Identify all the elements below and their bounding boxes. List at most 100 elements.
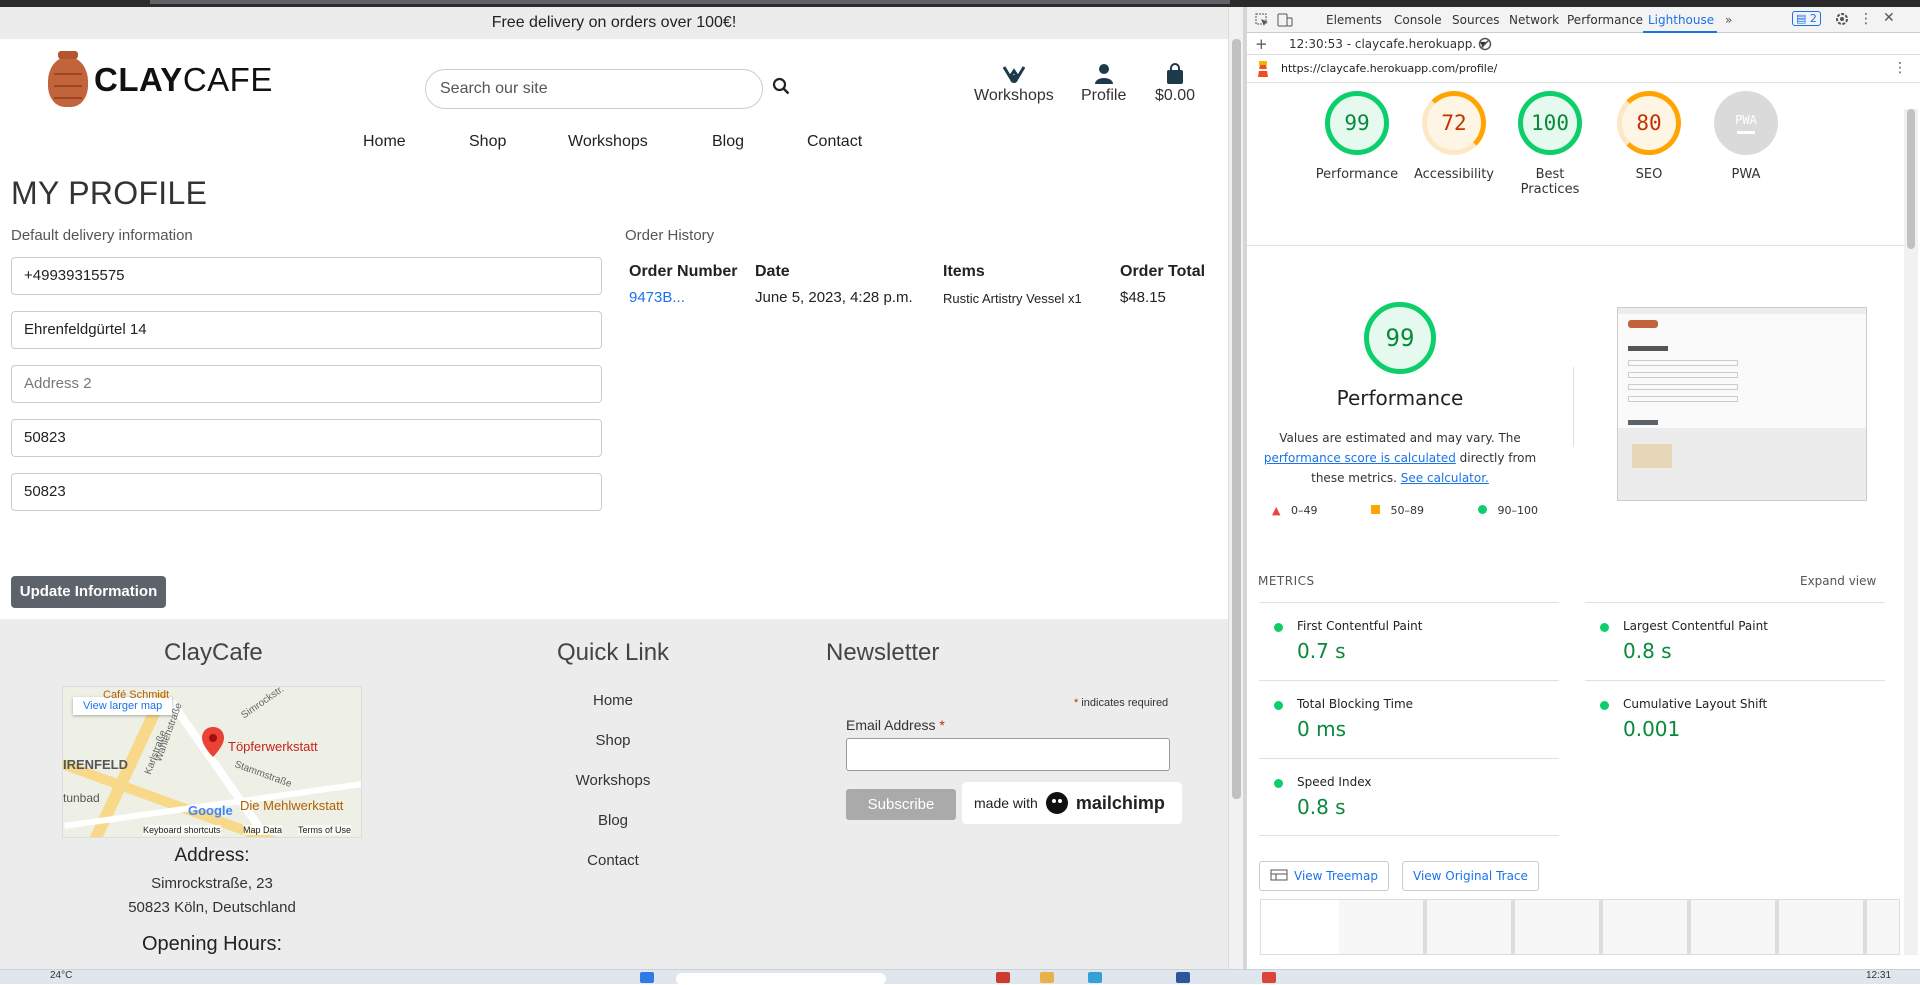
order-items: Rustic Artistry Vessel x1 (943, 291, 1082, 306)
taskbar-search[interactable] (676, 973, 886, 985)
map-terms[interactable]: Terms of Use (298, 825, 352, 835)
map-data[interactable]: Map Data (243, 825, 283, 835)
map-place-topferwerkstatt: Töpferwerkstatt (228, 739, 318, 754)
close-icon[interactable]: ✕ (1883, 10, 1895, 26)
score-calculated-link[interactable]: performance score is calculated (1264, 451, 1456, 465)
footer-link-blog[interactable]: Blog (555, 812, 671, 829)
website-viewport: Free delivery on orders over 100€! CLAYC… (0, 7, 1228, 969)
user-icon (1094, 64, 1113, 84)
chrome-icon[interactable] (1262, 972, 1276, 983)
address2-field[interactable]: Address 2 (11, 365, 602, 403)
embedded-map[interactable]: View larger map Töpferwerkstatt Die Mehl… (62, 686, 362, 838)
phone-field[interactable]: +49939315575 (11, 257, 602, 295)
gauge-pwa[interactable]: PWA PWA (1701, 91, 1791, 182)
browser-tab-strip (150, 0, 1230, 4)
tab-sources[interactable]: Sources (1452, 13, 1499, 27)
gauge-seo[interactable]: 80 SEO (1604, 91, 1694, 182)
devtools-panel: Elements Console Sources Network Perform… (1247, 7, 1920, 969)
required-note: * indicates required (1074, 697, 1169, 709)
main-nav: Home Shop Workshops Blog Contact (0, 127, 1228, 161)
final-screenshot-thumbnail[interactable] (1617, 307, 1867, 501)
settings-gear-icon[interactable] (1835, 12, 1849, 26)
nav-shop[interactable]: Shop (469, 133, 506, 151)
metric-tbt: Total Blocking Time 0 ms (1259, 680, 1559, 758)
nav-contact[interactable]: Contact (807, 133, 862, 151)
report-selector[interactable]: 12:30:53 - claycafe.herokuapp. ▾ (1289, 37, 1486, 51)
header-bag-link[interactable]: $0.00 (1155, 63, 1195, 105)
gauge-accessibility[interactable]: 72 Accessibility (1409, 91, 1499, 182)
devtools-tabbar: Elements Console Sources Network Perform… (1247, 7, 1920, 33)
metric-speed-index: Speed Index 0.8 s (1259, 758, 1559, 836)
metric-cls: Cumulative Layout Shift 0.001 (1585, 680, 1885, 758)
map-pin-icon[interactable] (202, 727, 224, 757)
kebab-menu-icon[interactable]: ⋮ (1859, 11, 1873, 27)
site-header: CLAYCAFE Search our site Workshops Profi… (0, 39, 1228, 127)
report-url[interactable]: https://claycafe.herokuapp.com/profile/ (1281, 62, 1497, 75)
newsletter-email-input[interactable] (846, 738, 1170, 771)
address-line1: Simrockstraße, 23 (151, 875, 273, 892)
nav-workshops[interactable]: Workshops (568, 133, 648, 151)
pass-dot-icon (1600, 623, 1609, 632)
device-toolbar-icon[interactable] (1277, 13, 1293, 27)
new-report-icon[interactable]: + (1255, 35, 1268, 53)
gauge-best-practices[interactable]: 100 Best Practices (1500, 91, 1600, 197)
workshops-icon (1002, 66, 1026, 83)
folder-icon[interactable] (1040, 972, 1054, 983)
order-date: June 5, 2023, 4:28 p.m. (755, 289, 913, 306)
map-label-street2: Simrockstr. (239, 686, 287, 722)
nav-blog[interactable]: Blog (712, 133, 744, 151)
devtools-scrollbar[interactable] (1904, 109, 1918, 955)
mailchimp-badge[interactable]: made with mailchimp (962, 782, 1182, 824)
inspect-element-icon[interactable] (1255, 13, 1269, 27)
search-icon[interactable] (772, 77, 794, 99)
map-keyboard-shortcuts[interactable]: Keyboard shortcuts (143, 825, 221, 835)
address-label: Address: (174, 845, 250, 866)
tab-elements[interactable]: Elements (1326, 13, 1382, 27)
lighthouse-toolbar: + 12:30:53 - claycafe.herokuapp. ▾ (1247, 33, 1920, 55)
view-treemap-button[interactable]: View Treemap (1259, 861, 1389, 891)
order-number-link[interactable]: 9473B... (629, 289, 685, 306)
expand-view-toggle[interactable]: Expand view (1800, 574, 1876, 588)
legend-pass: 90–100 (1478, 504, 1538, 517)
town-field[interactable]: 50823 (11, 419, 602, 457)
weather-temp[interactable]: 24°C (50, 970, 72, 981)
app-icon-3[interactable] (1176, 972, 1190, 983)
header-workshops-link[interactable]: Workshops (974, 63, 1054, 105)
app-icon-1[interactable] (996, 972, 1010, 983)
app-icon-2[interactable] (1088, 972, 1102, 983)
opening-hours-label: Opening Hours: (141, 933, 283, 955)
legend-average: 50–89 (1371, 504, 1424, 517)
tab-lighthouse[interactable]: Lighthouse (1648, 13, 1714, 27)
see-calculator-link[interactable]: See calculator. (1401, 471, 1489, 485)
site-logo[interactable]: CLAYCAFE (46, 51, 273, 109)
issues-badge[interactable]: ▤ 2 (1792, 11, 1821, 26)
newsletter-title: Newsletter (826, 639, 940, 666)
performance-detail: 99 Performance (1295, 302, 1505, 410)
system-clock: 12:31 (1866, 970, 1892, 981)
footer-link-shop[interactable]: Shop (555, 732, 671, 749)
tab-network[interactable]: Network (1509, 13, 1559, 27)
lighthouse-icon (1258, 61, 1268, 77)
map-label-street: Stammstraße (232, 759, 294, 790)
postcode-field[interactable]: 50823 (11, 473, 602, 511)
footer-link-home[interactable]: Home (555, 692, 671, 709)
subscribe-button[interactable]: Subscribe (846, 789, 956, 820)
website-scrollbar[interactable] (1228, 7, 1243, 969)
address1-field[interactable]: Ehrenfeldgürtel 14 (11, 311, 602, 349)
view-original-trace-button[interactable]: View Original Trace (1402, 861, 1539, 891)
footer-link-workshops[interactable]: Workshops (555, 772, 671, 789)
tab-performance[interactable]: Performance (1567, 13, 1643, 27)
header-profile-link[interactable]: Profile (1081, 63, 1126, 105)
report-menu-icon[interactable]: ⋮ (1893, 60, 1907, 76)
nav-home[interactable]: Home (363, 133, 406, 151)
gauge-performance[interactable]: 99 Performance (1312, 91, 1402, 182)
clear-report-icon[interactable] (1478, 37, 1492, 51)
treemap-icon (1270, 869, 1288, 881)
update-information-button[interactable]: Update Information (11, 576, 166, 608)
tab-console[interactable]: Console (1394, 13, 1442, 27)
search-input[interactable]: Search our site (425, 69, 763, 109)
performance-big-gauge: 99 (1364, 302, 1436, 374)
more-tabs-icon[interactable]: » (1725, 13, 1732, 27)
footer-link-contact[interactable]: Contact (555, 852, 671, 869)
windows-start-icon[interactable] (640, 972, 654, 983)
